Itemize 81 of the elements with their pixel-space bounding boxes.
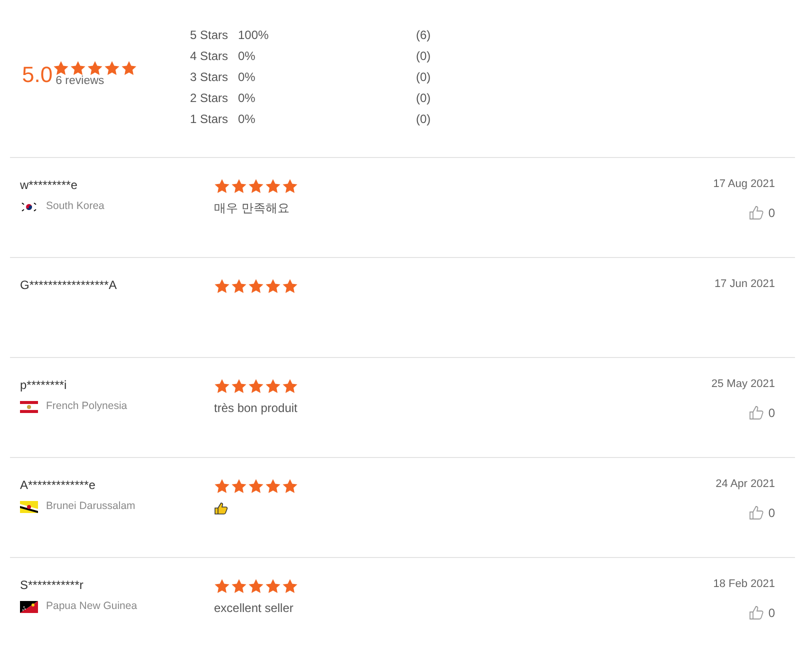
star-icon [248, 478, 264, 494]
count-text: (0) [416, 48, 431, 64]
thumbs-up-icon [214, 502, 228, 516]
star-icon [231, 278, 247, 294]
review-comment: très bon produit [214, 400, 298, 417]
like-count: 0 [768, 404, 775, 422]
star-icon [282, 278, 298, 294]
star-icon [104, 60, 120, 76]
star-icon [282, 378, 298, 394]
review-date: 17 Jun 2021 [714, 277, 775, 292]
like-count: 0 [768, 604, 775, 622]
percent-text: 0% [238, 110, 256, 128]
like-count: 0 [768, 504, 775, 522]
percent-text: 0% [238, 48, 256, 64]
star-icon [231, 478, 247, 494]
thumbs-up-icon[interactable] [749, 505, 764, 520]
user-name: w*********e [20, 177, 78, 194]
count-text: (6) [416, 26, 431, 44]
stars-label: Stars [200, 26, 230, 44]
percent-text: 0% [238, 68, 256, 86]
rating-score: 5.0 [22, 64, 53, 86]
star-icon [265, 178, 281, 194]
review-date: 17 Aug 2021 [713, 177, 775, 192]
user-name: p********i [20, 377, 68, 394]
star-icon [52, 60, 69, 76]
star-icon [248, 278, 264, 294]
star-level: 5 [190, 26, 198, 44]
star-icon [214, 578, 230, 594]
star-icon [265, 378, 281, 394]
thumbs-up-icon[interactable] [749, 605, 764, 620]
star-icon [214, 278, 230, 294]
count-text: (0) [416, 90, 431, 106]
star-icon [231, 578, 247, 594]
star-icon [214, 378, 230, 394]
review-comment: excellent seller [214, 600, 294, 617]
percent-text: 0% [238, 90, 256, 106]
percent-text: 100% [238, 26, 270, 44]
star-level: 4 [190, 48, 198, 64]
stars-label: Stars [200, 68, 230, 86]
count-text: (0) [416, 68, 431, 86]
review-date: 18 Feb 2021 [713, 577, 775, 592]
star-icon [282, 178, 298, 194]
review-count: 6 reviews [56, 76, 106, 88]
star-icon [214, 478, 230, 494]
flag-icon [20, 200, 38, 213]
country-name: Papua New Guinea [46, 599, 138, 614]
star-icon [248, 178, 264, 194]
thumbs-up-icon[interactable] [749, 405, 764, 420]
flag-icon [20, 500, 38, 513]
star-icon [248, 578, 264, 594]
star-icon [265, 478, 281, 494]
star-icon [248, 378, 264, 394]
count-text: (0) [416, 110, 431, 128]
like-count: 0 [768, 204, 775, 222]
stars-label: Stars [200, 48, 230, 64]
star-level: 2 [190, 90, 198, 106]
country-name: French Polynesia [46, 399, 128, 414]
star-icon [120, 60, 137, 76]
user-name: S***********r [20, 577, 84, 594]
star-icon [231, 178, 247, 194]
star-icon [265, 278, 281, 294]
stars-label: Stars [200, 110, 230, 128]
country-name: South Korea [46, 199, 104, 214]
star-icon [214, 178, 230, 194]
star-level: 1 [190, 110, 198, 128]
review-date: 25 May 2021 [711, 377, 775, 392]
star-icon [282, 478, 298, 494]
star-icon [70, 60, 86, 76]
star-level: 3 [190, 68, 198, 86]
flag-icon [20, 600, 38, 613]
star-icon [265, 578, 281, 594]
review-comment: 매우 만족해요 [214, 200, 290, 217]
stars-label: Stars [200, 90, 230, 106]
country-name: Brunei Darussalam [46, 499, 136, 514]
thumbs-up-icon[interactable] [749, 205, 764, 220]
star-icon [231, 378, 247, 394]
user-name: G*****************A [20, 277, 118, 294]
star-icon [86, 60, 103, 76]
star-icon [282, 578, 298, 594]
review-date: 24 Apr 2021 [716, 477, 775, 492]
user-name: A*************e [20, 477, 96, 494]
